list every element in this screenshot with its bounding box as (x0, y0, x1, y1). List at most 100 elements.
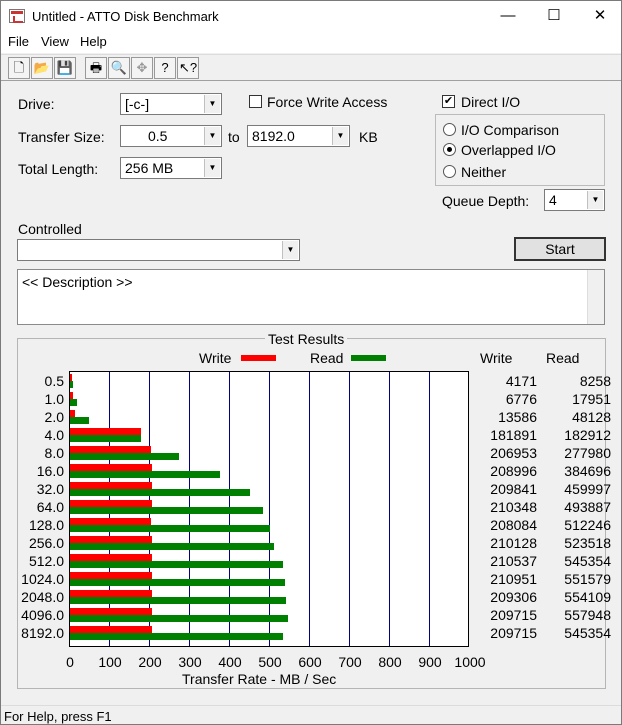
read-bar (70, 453, 179, 460)
y-axis-label: 64.0 (36, 499, 64, 515)
context-help-icon[interactable]: ↖? (177, 57, 199, 79)
write-value: 209715 (490, 625, 537, 641)
total-length-select[interactable]: 256 MB ▼ (120, 157, 222, 179)
x-axis-tick-label: 400 (218, 654, 242, 670)
start-button[interactable]: Start (514, 237, 606, 261)
force-write-label: Force Write Access (267, 94, 388, 110)
read-value: 17951 (572, 391, 611, 407)
overlapped-io-radio[interactable] (443, 143, 456, 156)
write-value: 206953 (490, 445, 537, 461)
new-icon[interactable]: 🗋 (8, 57, 30, 79)
x-axis-tick-label: 200 (138, 654, 162, 670)
read-value: 384696 (564, 463, 611, 479)
drive-value: [-c-] (125, 96, 150, 112)
column-header-write: Write (480, 350, 513, 366)
read-value: 557948 (564, 607, 611, 623)
read-value: 554109 (564, 589, 611, 605)
neither-radio[interactable] (443, 165, 456, 178)
write-value: 210348 (490, 499, 537, 515)
x-axis-tick-label: 0 (66, 654, 74, 670)
direct-io-checkbox[interactable]: ✔ (442, 95, 455, 108)
controlled-select[interactable]: ▼ (17, 239, 300, 261)
read-value: 48128 (572, 409, 611, 425)
read-bar (70, 579, 286, 586)
read-value: 8258 (579, 373, 611, 389)
write-value: 13586 (498, 409, 537, 425)
print-icon[interactable]: 🖶 (85, 57, 107, 79)
x-axis-title: Transfer Rate - MB / Sec (182, 671, 337, 687)
kb-label: KB (359, 129, 378, 145)
save-icon[interactable]: 💾 (54, 57, 76, 79)
x-axis-tick-label: 800 (378, 654, 402, 670)
chevron-down-icon: ▼ (587, 191, 603, 209)
drive-select[interactable]: [-c-] ▼ (120, 93, 222, 115)
y-axis-label: 4.0 (44, 427, 64, 443)
write-value: 209715 (490, 607, 537, 623)
force-write-checkbox[interactable] (249, 95, 262, 108)
menu-help[interactable]: Help (80, 34, 107, 49)
menu-view[interactable]: View (41, 34, 69, 49)
chevron-down-icon: ▼ (332, 127, 348, 145)
write-bar (70, 536, 153, 543)
menu-file[interactable]: File (8, 34, 29, 49)
transfer-size-label: Transfer Size: (18, 129, 105, 145)
chevron-down-icon: ▼ (204, 95, 220, 113)
legend-read-swatch (351, 355, 386, 361)
y-axis-label: 256.0 (28, 535, 64, 551)
read-bar (70, 633, 284, 640)
close-button[interactable]: ✕ (577, 1, 622, 32)
gridline (389, 372, 390, 646)
x-axis-tick-label: 900 (418, 654, 442, 670)
total-length-label: Total Length: (18, 161, 99, 177)
description-textarea[interactable]: << Description >> (17, 269, 605, 325)
read-value: 523518 (564, 535, 611, 551)
write-value: 210537 (490, 553, 537, 569)
read-value: 459997 (564, 481, 611, 497)
y-axis-label: 128.0 (28, 517, 64, 533)
open-icon[interactable]: 📂 (31, 57, 53, 79)
total-length-value: 256 MB (125, 160, 174, 176)
window-title: Untitled - ATTO Disk Benchmark (32, 9, 219, 24)
read-value: 545354 (564, 553, 611, 569)
y-axis-label: 512.0 (28, 553, 64, 569)
neither-label: Neither (461, 164, 507, 180)
menu-bar: File View Help (1, 32, 621, 53)
read-value: 182912 (564, 427, 611, 443)
read-bar (70, 615, 288, 622)
controlled-label: Controlled (18, 221, 82, 237)
legend-read-label: Read (310, 350, 344, 366)
maximize-button[interactable]: ☐ (531, 1, 577, 32)
write-value: 210951 (490, 571, 537, 587)
toolbar: 🗋 📂 💾 🖶 🔍 ✥ ? ↖? (1, 54, 621, 81)
minimize-button[interactable]: — (485, 1, 531, 32)
read-bar (70, 597, 287, 604)
write-bar (70, 626, 152, 633)
io-comparison-radio[interactable] (443, 123, 456, 136)
legend-write-label: Write (199, 350, 232, 366)
app-window: Untitled - ATTO Disk Benchmark — ☐ ✕ Fil… (0, 0, 622, 725)
help-icon[interactable]: ? (154, 57, 176, 79)
description-scrollbar[interactable] (587, 270, 604, 324)
x-axis-tick-label: 500 (258, 654, 282, 670)
column-header-read: Read (546, 350, 580, 366)
title-bar: Untitled - ATTO Disk Benchmark — ☐ ✕ (1, 1, 621, 32)
read-bar (70, 543, 275, 550)
description-text: << Description >> (22, 274, 133, 290)
y-axis-label: 0.5 (44, 373, 64, 389)
legend-write-swatch (241, 355, 276, 361)
read-value: 493887 (564, 499, 611, 515)
queue-depth-value: 4 (549, 192, 557, 208)
transfer-to-select[interactable]: 8192.0 ▼ (247, 125, 350, 147)
print-preview-icon[interactable]: 🔍 (108, 57, 130, 79)
move-icon[interactable]: ✥ (131, 57, 153, 79)
read-bar (70, 525, 271, 532)
io-comparison-label: I/O Comparison (461, 122, 560, 138)
write-value: 208084 (490, 517, 537, 533)
write-bar (70, 572, 153, 579)
read-bar (70, 489, 250, 496)
write-value: 208996 (490, 463, 537, 479)
y-axis-label: 32.0 (36, 481, 64, 497)
transfer-from-select[interactable]: 0.5 ▼ (120, 125, 222, 147)
transfer-to-value: 8192.0 (252, 128, 295, 144)
queue-depth-select[interactable]: 4 ▼ (544, 189, 605, 211)
